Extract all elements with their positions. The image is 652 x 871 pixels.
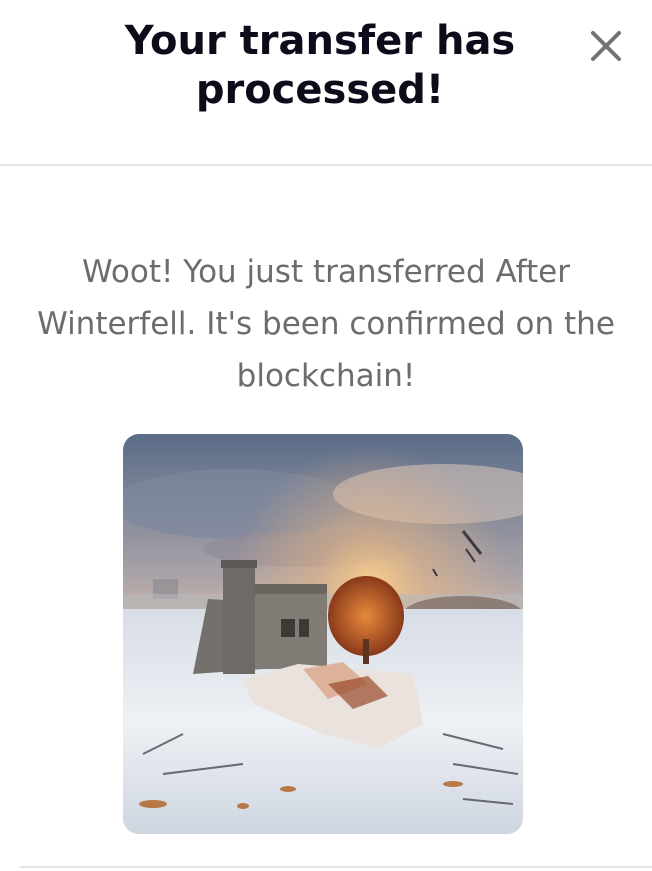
modal-header: Your transfer has processed!: [0, 0, 652, 166]
confirmation-message: Woot! You just transferred After Winterf…: [37, 254, 615, 394]
bottom-divider: [20, 866, 652, 868]
modal-title: Your transfer has processed!: [124, 18, 516, 113]
transfer-success-modal: Your transfer has processed! Woot! You j…: [0, 0, 652, 871]
nft-artwork-image: [123, 434, 523, 834]
close-icon: [591, 31, 621, 61]
close-button[interactable]: [586, 26, 626, 66]
